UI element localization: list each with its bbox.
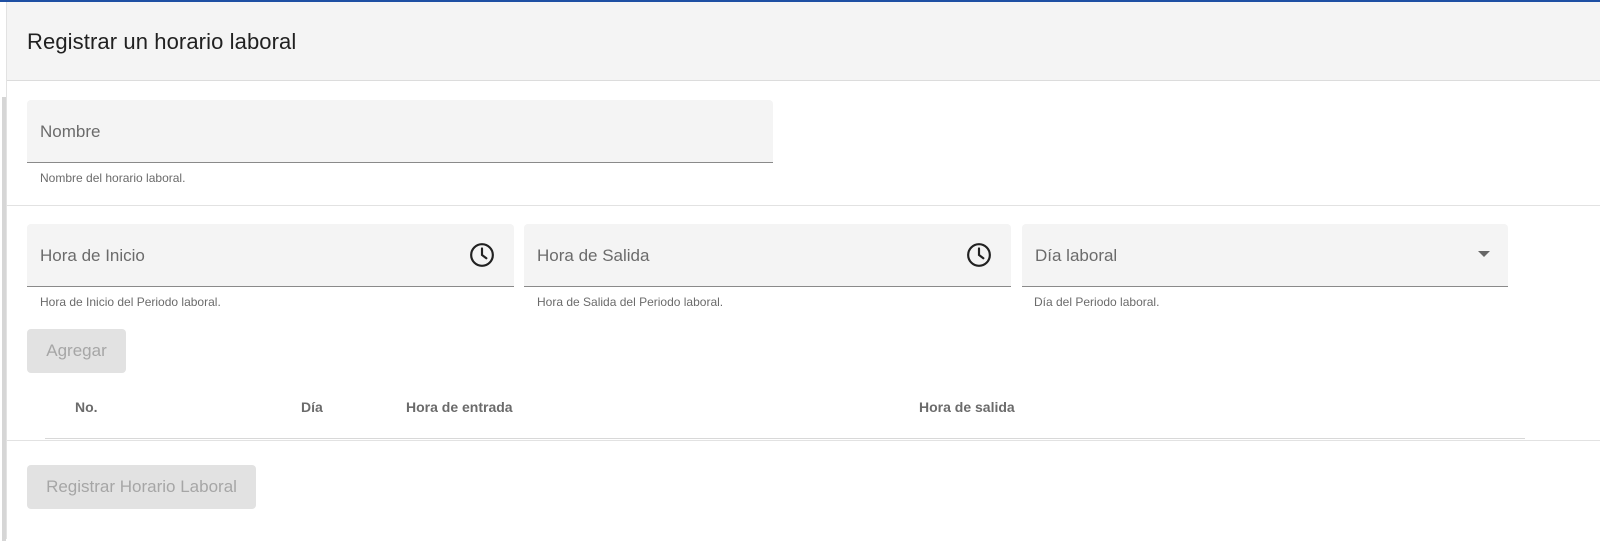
nombre-field[interactable]: Nombre — [27, 100, 773, 163]
chevron-down-icon[interactable] — [1478, 251, 1490, 257]
column-header-dia: Día — [301, 399, 323, 415]
column-header-no: No. — [75, 399, 98, 415]
dia-laboral-hint: Día del Periodo laboral. — [1034, 295, 1160, 309]
clock-icon[interactable] — [966, 242, 992, 268]
clock-icon[interactable] — [469, 242, 495, 268]
table-header-divider — [45, 438, 1525, 439]
dia-laboral-label: Día laboral — [1035, 246, 1118, 265]
card-header: Registrar un horario laboral — [7, 2, 1600, 81]
column-header-hora-salida: Hora de salida — [919, 399, 1015, 415]
hora-inicio-field[interactable]: Hora de Inicio — [27, 224, 514, 287]
registrar-horario-button[interactable]: Registrar Horario Laboral — [27, 465, 256, 509]
hora-inicio-hint: Hora de Inicio del Periodo laboral. — [40, 295, 221, 309]
dia-laboral-select[interactable]: Día laboral — [1022, 224, 1508, 287]
agregar-button[interactable]: Agregar — [27, 329, 126, 373]
hora-inicio-label: Hora de Inicio — [40, 246, 145, 265]
section-divider — [7, 205, 1600, 206]
schedule-form-card: Registrar un horario laboral Nombre Nomb… — [6, 2, 1600, 539]
nombre-label: Nombre — [40, 122, 101, 141]
hora-salida-label: Hora de Salida — [537, 246, 650, 265]
hora-salida-field[interactable]: Hora de Salida — [524, 224, 1011, 287]
hora-salida-hint: Hora de Salida del Periodo laboral. — [537, 295, 724, 309]
nombre-hint: Nombre del horario laboral. — [40, 171, 186, 185]
footer-divider — [7, 440, 1600, 441]
page-title: Registrar un horario laboral — [27, 29, 297, 54]
column-header-hora-entrada: Hora de entrada — [406, 399, 513, 415]
